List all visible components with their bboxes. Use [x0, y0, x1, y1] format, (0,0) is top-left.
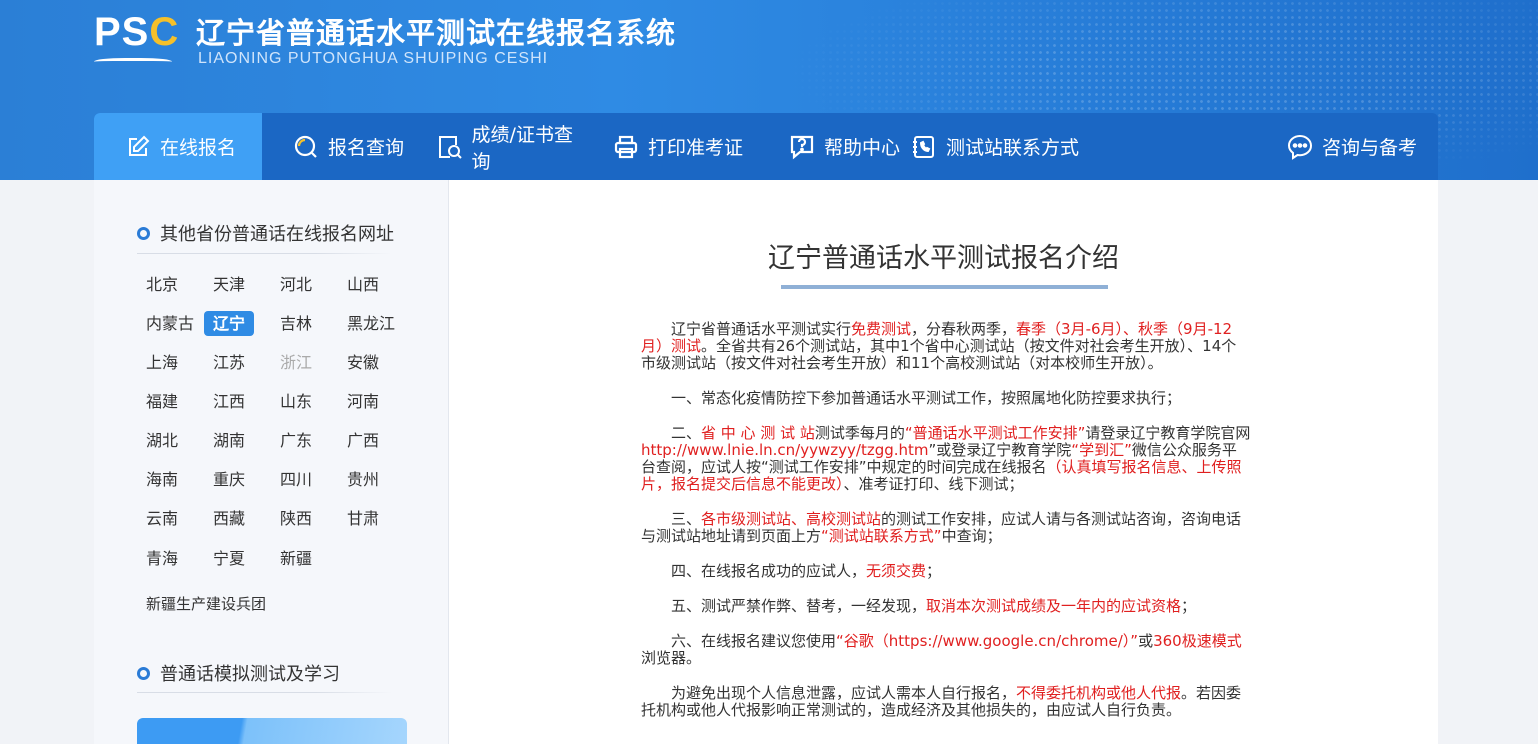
search-icon: [292, 133, 320, 161]
help-icon: [788, 133, 816, 161]
province-link[interactable]: 贵州: [338, 467, 388, 492]
title-underline: [781, 285, 1108, 289]
paragraph-2: 二、省 中 心 测 试 站测试季每月的“普通话水平测试工作安排”请登录辽宁教育学…: [641, 424, 1251, 493]
paragraph-6: 六、在线报名建议您使用“谷歌（https://www.google.cn/chr…: [641, 632, 1242, 667]
paragraph-4: 四、在线报名成功的应试人，无须交费；: [671, 562, 942, 580]
divider: [137, 692, 392, 693]
province-link[interactable]: 宁夏: [204, 546, 254, 571]
province-link[interactable]: 山东: [271, 389, 321, 414]
province-link[interactable]: 重庆: [204, 467, 254, 492]
province-link[interactable]: 福建: [137, 389, 187, 414]
paragraph-3: 三、各市级测试站、高校测试站的测试工作安排，应试人请与各测试站咨询，咨询电话与测…: [641, 510, 1242, 545]
province-link[interactable]: 新疆: [271, 546, 321, 571]
main-nav: 在线报名 报名查询 成绩/证书查询 打印准考证 帮助中心 测试站联系方式 咨询与…: [94, 113, 1438, 180]
province-link[interactable]: 河北: [271, 272, 321, 297]
paragraph-5: 五、测试严禁作弊、替考，一经发现，取消本次测试成绩及一年内的应试资格；: [671, 597, 1197, 615]
province-link[interactable]: 上海: [137, 350, 187, 375]
nav-help-center[interactable]: 帮助中心: [768, 113, 910, 180]
paragraph-intro: 辽宁省普通话水平测试实行免费测试，分春秋两季，春季（3月-6月）、秋季（9月-1…: [641, 320, 1237, 372]
phone-book-icon: [910, 133, 938, 161]
province-link[interactable]: 湖北: [137, 428, 187, 453]
province-link[interactable]: 吉林: [271, 311, 321, 336]
psc-logo[interactable]: PSC: [94, 12, 178, 70]
site-title: 辽宁省普通话水平测试在线报名系统: [196, 16, 677, 50]
lnie-link[interactable]: http://www.lnie.ln.cn/yywzyy/tzgg.htm: [641, 441, 929, 459]
page-title: 辽宁普通话水平测试报名介绍: [768, 243, 1119, 274]
nav-station-contacts[interactable]: 测试站联系方式: [910, 113, 1100, 180]
province-link[interactable]: 北京: [137, 272, 187, 297]
chat-icon: [1286, 133, 1314, 161]
province-link[interactable]: 安徽: [338, 350, 388, 375]
nav-consult-prepare[interactable]: 咨询与备考: [1286, 113, 1438, 180]
sidebar: 其他省份普通话在线报名网址 北京 天津 河北 山西 内蒙古 辽宁 吉林 黑龙江 …: [94, 180, 449, 744]
paragraph-1: 一、常态化疫情防控下参加普通话水平测试工作，按照属地化防控要求执行；: [671, 389, 1182, 407]
province-link[interactable]: 四川: [271, 467, 321, 492]
province-link-disabled: 浙江: [280, 353, 313, 372]
province-link[interactable]: 陕西: [271, 506, 321, 531]
printer-icon: [612, 133, 640, 161]
circle-bullet-icon: [137, 666, 150, 680]
nav-online-register[interactable]: 在线报名: [94, 113, 262, 180]
certificate-search-icon: [436, 133, 464, 161]
nav-register-query[interactable]: 报名查询: [262, 113, 408, 180]
province-link[interactable]: 湖南: [204, 428, 254, 453]
province-link[interactable]: 广西: [338, 428, 388, 453]
province-link[interactable]: 山西: [338, 272, 388, 297]
nav-print-admission[interactable]: 打印准考证: [590, 113, 768, 180]
province-link[interactable]: 青海: [137, 546, 187, 571]
provinces-heading: 其他省份普通话在线报名网址: [137, 220, 394, 246]
site-subtitle: LIAONING PUTONGHUA SHUIPING CESHI: [198, 50, 549, 67]
province-link[interactable]: 广东: [271, 428, 321, 453]
province-link[interactable]: 西藏: [204, 506, 254, 531]
province-link[interactable]: 内蒙古: [137, 311, 203, 336]
province-link[interactable]: 海南: [137, 467, 187, 492]
edit-icon: [124, 133, 152, 161]
province-link[interactable]: 黑龙江: [338, 311, 404, 336]
nav-score-certificate-query[interactable]: 成绩/证书查询: [408, 113, 590, 180]
province-link[interactable]: 天津: [204, 272, 254, 297]
practice-heading: 普通话模拟测试及学习: [137, 660, 340, 686]
main-content: 辽宁普通话水平测试报名介绍 辽宁省普通话水平测试实行免费测试，分春秋两季，春季（…: [449, 180, 1438, 744]
province-link[interactable]: 江苏: [204, 350, 254, 375]
bingtuan-link[interactable]: 新疆生产建设兵团: [137, 592, 275, 617]
province-link[interactable]: 云南: [137, 506, 187, 531]
article-body: 辽宁省普通话水平测试实行免费测试，分春秋两季，春季（3月-6月）、秋季（9月-1…: [641, 321, 1251, 737]
book-icon: [94, 58, 172, 67]
province-link[interactable]: 江西: [204, 389, 254, 414]
divider: [137, 253, 392, 254]
circle-bullet-icon: [137, 226, 150, 240]
province-link-active[interactable]: 辽宁: [204, 311, 255, 336]
province-link[interactable]: 甘肃: [338, 506, 388, 531]
paragraph-notice: 为避免出现个人信息泄露，应试人需本人自行报名，不得委托机构或他人代报。若因委托机…: [641, 684, 1242, 719]
province-link[interactable]: 河南: [338, 389, 388, 414]
practice-banner[interactable]: [137, 718, 407, 744]
